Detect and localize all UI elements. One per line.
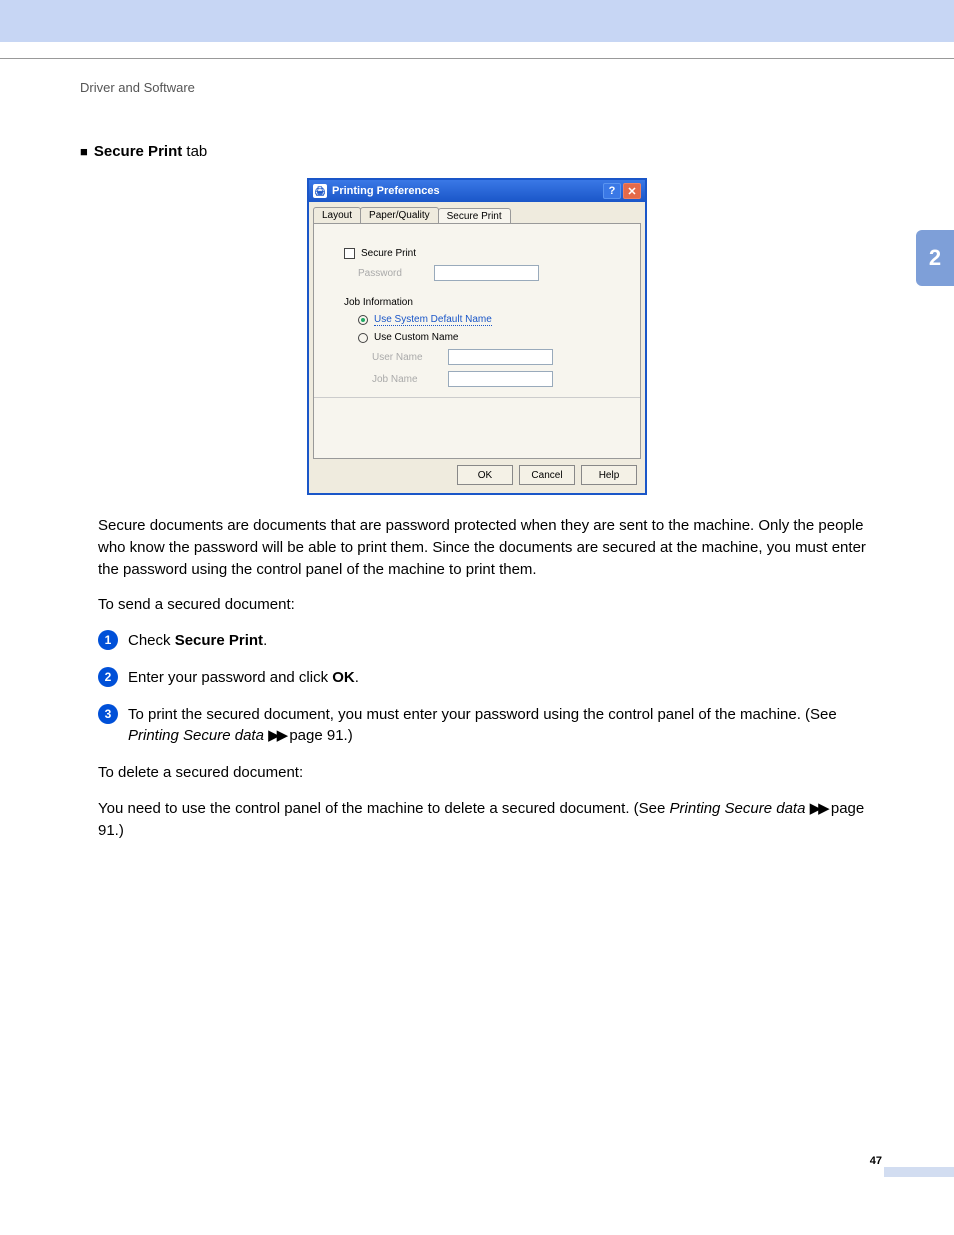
top-header-bar <box>0 0 954 42</box>
job-name-label: Job Name <box>372 374 442 385</box>
cross-ref-arrows-icon-2: ▶▶ <box>810 800 827 817</box>
step-number-1: 1 <box>98 630 118 650</box>
running-header: Driver and Software <box>80 80 874 95</box>
page-number: 47 <box>870 1155 882 1167</box>
user-name-label: User Name <box>372 352 442 363</box>
dialog-button-row: OK Cancel Help <box>309 459 645 493</box>
page-content: Driver and Software ■ Secure Print tab 🖨… <box>80 80 874 855</box>
tab-layout[interactable]: Layout <box>313 207 361 223</box>
para2-b: Printing Secure data <box>670 800 806 817</box>
tab-secure-print[interactable]: Secure Print <box>438 208 511 224</box>
step2-text-c: . <box>355 669 359 686</box>
radio-system-default-label: Use System Default Name <box>374 314 492 326</box>
page-number-bar <box>884 1167 954 1177</box>
step-2: 2 Enter your password and click OK. <box>98 667 874 688</box>
printer-icon: 🖨 <box>313 184 327 198</box>
dialog-title: Printing Preferences <box>332 185 440 197</box>
step3-text-d: page 91.) <box>285 727 353 744</box>
secure-print-label: Secure Print <box>361 248 416 259</box>
paragraph-intro: Secure documents are documents that are … <box>98 515 874 580</box>
top-rule <box>0 58 954 59</box>
step1-text-c: . <box>263 632 267 649</box>
help-button[interactable]: Help <box>581 465 637 485</box>
chapter-tab: 2 <box>916 230 954 286</box>
step-number-3: 3 <box>98 704 118 724</box>
square-bullet-icon: ■ <box>80 144 88 159</box>
user-name-input[interactable] <box>448 349 553 365</box>
step3-text-b: Printing Secure data <box>128 727 264 744</box>
step-1: 1 Check Secure Print. <box>98 630 874 651</box>
lead-delete: To delete a secured document: <box>98 762 874 784</box>
tab-paper-quality[interactable]: Paper/Quality <box>360 207 439 223</box>
step1-text-b: Secure Print <box>175 632 263 649</box>
section-title-bold: Secure Print <box>94 143 182 160</box>
radio-custom-name-label: Use Custom Name <box>374 332 458 343</box>
radio-system-default[interactable] <box>358 315 368 325</box>
step-3: 3 To print the secured document, you mus… <box>98 704 874 746</box>
lead-send: To send a secured document: <box>98 594 874 616</box>
tab-strip: Layout Paper/Quality Secure Print <box>309 202 645 223</box>
para2-a: You need to use the control panel of the… <box>98 800 670 817</box>
printing-preferences-dialog: 🖨 Printing Preferences ? ✕ Layout Paper/… <box>307 178 647 495</box>
job-information-label: Job Information <box>344 297 413 308</box>
paragraph-delete: You need to use the control panel of the… <box>98 798 874 842</box>
ok-button[interactable]: OK <box>457 465 513 485</box>
step-number-2: 2 <box>98 667 118 687</box>
radio-custom-name[interactable] <box>358 333 368 343</box>
cross-ref-arrows-icon: ▶▶ <box>268 727 285 744</box>
cancel-button[interactable]: Cancel <box>519 465 575 485</box>
titlebar-help-button[interactable]: ? <box>603 183 621 199</box>
section-title-rest: tab <box>182 143 207 160</box>
password-label: Password <box>358 268 428 279</box>
job-name-input[interactable] <box>448 371 553 387</box>
password-input[interactable] <box>434 265 539 281</box>
close-icon[interactable]: ✕ <box>623 183 641 199</box>
dialog-titlebar: 🖨 Printing Preferences ? ✕ <box>309 180 645 202</box>
step2-text-b: OK <box>332 669 355 686</box>
section-title: ■ Secure Print tab <box>80 143 874 160</box>
tab-panel: Secure Print Password Job Information Us… <box>313 223 641 459</box>
step2-text-a: Enter your password and click <box>128 669 332 686</box>
step1-text-a: Check <box>128 632 175 649</box>
step3-text-a: To print the secured document, you must … <box>128 706 837 723</box>
secure-print-checkbox[interactable] <box>344 248 355 259</box>
